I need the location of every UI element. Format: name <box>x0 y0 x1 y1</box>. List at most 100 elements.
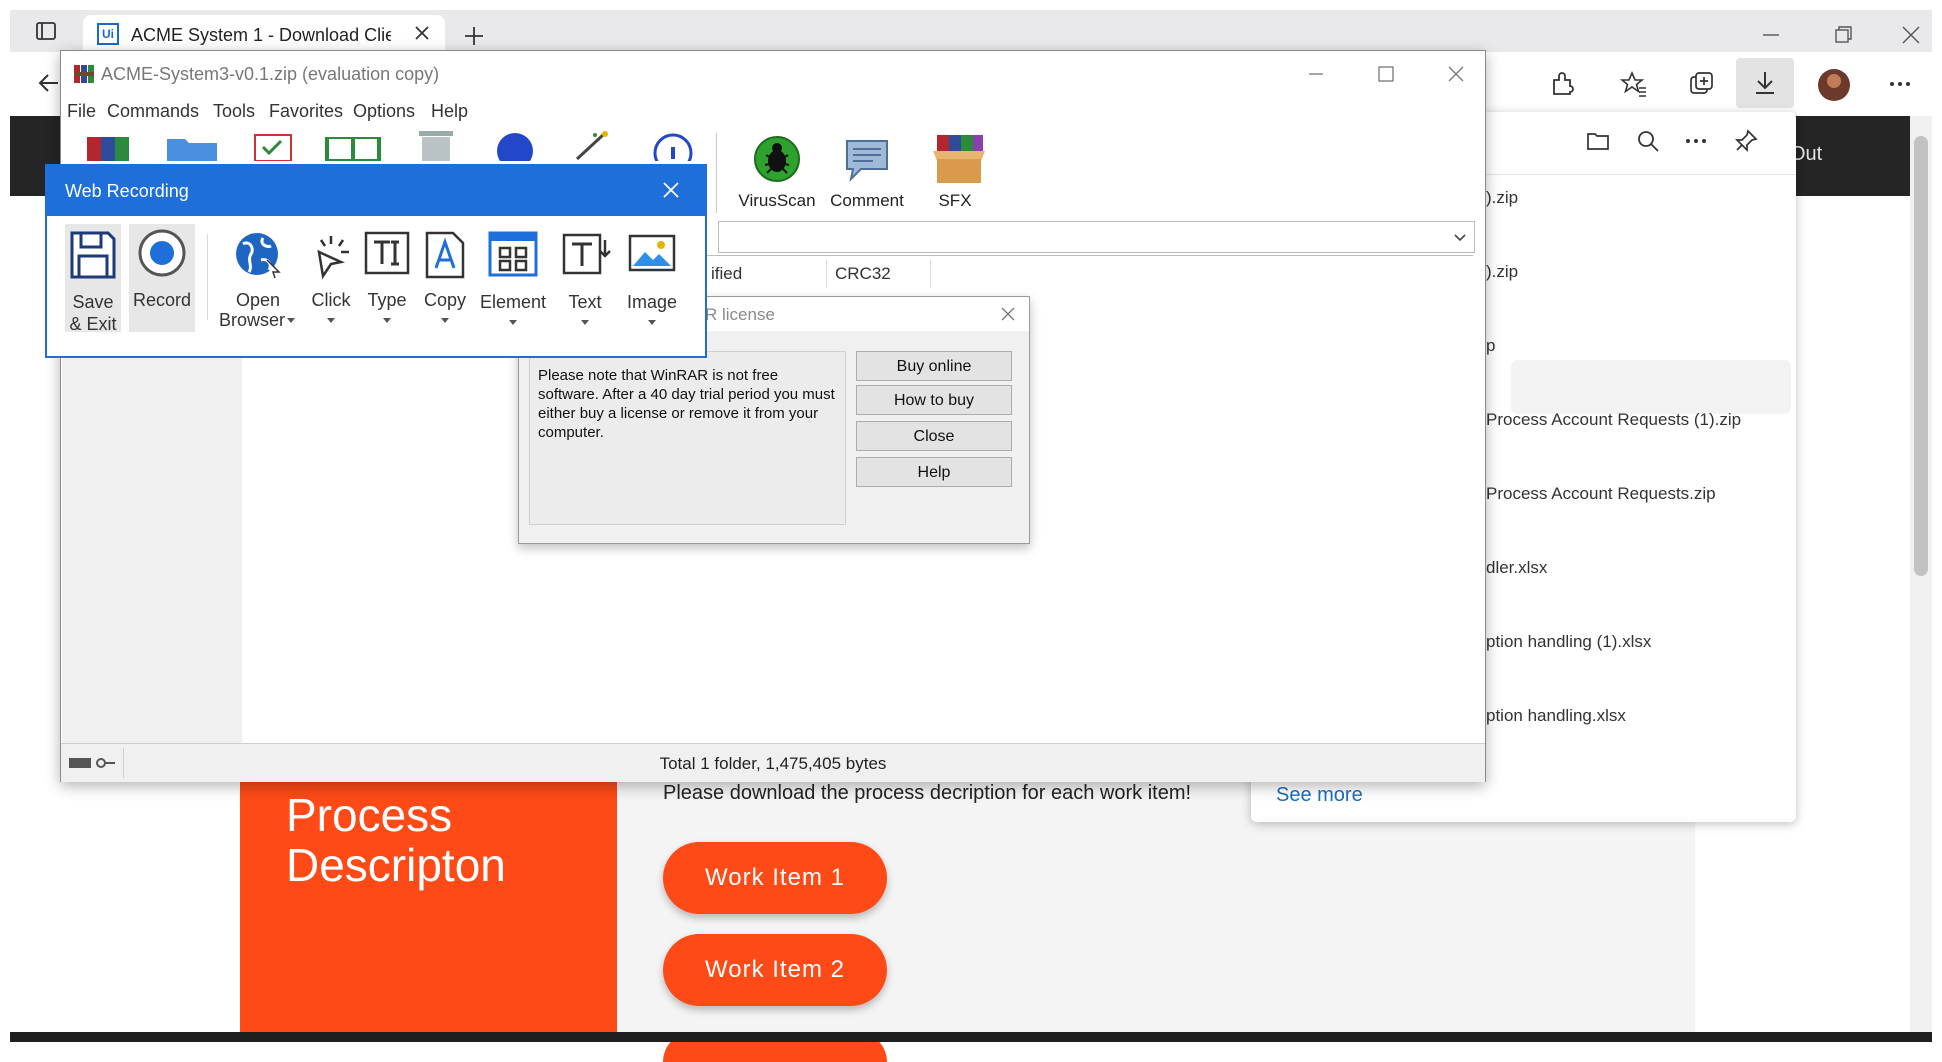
comment-label: Comment <box>830 191 904 210</box>
menu-favorites[interactable]: Favorites <box>269 101 343 122</box>
view-book-icon[interactable] <box>323 131 383 161</box>
favorites-icon[interactable] <box>1620 70 1648 98</box>
info-icon[interactable] <box>651 131 695 161</box>
download-icon <box>1756 72 1774 94</box>
record-label: Record <box>132 290 192 310</box>
download-item[interactable]: ption handling (1).xlsx <box>1486 632 1651 652</box>
uipath-favicon-icon: Ui <box>97 23 119 45</box>
work-item-button[interactable]: Work Item 1 <box>663 842 887 914</box>
minimize-icon[interactable] <box>1305 63 1327 85</box>
sfx-button[interactable]: SFX <box>913 129 997 217</box>
menu-options[interactable]: Options <box>353 101 415 122</box>
chevron-down-icon <box>581 320 589 325</box>
chevron-down-icon <box>509 320 517 325</box>
image-button[interactable]: Image <box>617 224 687 332</box>
restore-icon[interactable] <box>1832 24 1854 46</box>
close-icon[interactable] <box>1445 63 1467 85</box>
download-item[interactable]: Process Account Requests.zip <box>1486 484 1716 504</box>
page-scrollbar[interactable] <box>1910 116 1932 1032</box>
minimize-icon[interactable] <box>1760 24 1782 46</box>
record-button[interactable]: Record <box>129 224 195 332</box>
test-icon[interactable] <box>251 131 295 161</box>
toolbar-divider <box>716 133 717 213</box>
click-label: Click <box>311 290 351 310</box>
how-to-buy-button[interactable]: How to buy <box>856 385 1012 415</box>
status-text: Total 1 folder, 1,475,405 bytes <box>659 754 887 773</box>
chevron-down-icon <box>287 318 295 323</box>
menu-help[interactable]: Help <box>431 101 468 122</box>
save-exit-button[interactable]: Save & Exit <box>65 224 121 334</box>
image-label: Image <box>626 292 678 312</box>
profile-avatar[interactable] <box>1818 69 1850 101</box>
section-title: Process Descripton <box>286 789 506 891</box>
menu-commands[interactable]: Commands <box>107 101 199 122</box>
menu-tools[interactable]: Tools <box>213 101 255 122</box>
wizard-wand-icon[interactable] <box>571 129 615 161</box>
license-message-box: Please note that WinRAR is not free soft… <box>529 351 846 525</box>
back-arrow-icon[interactable] <box>36 70 62 96</box>
click-button[interactable]: Click <box>303 224 359 332</box>
extract-folder-icon[interactable] <box>165 131 219 161</box>
text-extract-icon <box>562 233 611 275</box>
maximize-icon[interactable] <box>1375 63 1397 85</box>
virusscan-button[interactable]: VirusScan <box>735 129 819 217</box>
close-icon[interactable] <box>413 24 431 42</box>
text-button[interactable]: Text <box>557 224 613 332</box>
window-title: ACME-System3-v0.1.zip (evaluation copy) <box>101 64 440 84</box>
find-globe-icon[interactable] <box>493 131 537 161</box>
element-label: Element <box>479 292 547 312</box>
download-item[interactable]: dler.xlsx <box>1486 558 1547 578</box>
help-button[interactable]: Help <box>856 457 1012 487</box>
download-item[interactable]: p <box>1486 336 1495 356</box>
image-picture-icon <box>628 234 676 272</box>
download-item[interactable]: ).zip <box>1486 262 1518 282</box>
scrollbar-thumb[interactable] <box>1914 136 1928 576</box>
new-tab-icon[interactable] <box>463 25 485 47</box>
type-label: Type <box>367 290 407 310</box>
close-icon[interactable] <box>999 305 1017 323</box>
add-archive-icon[interactable] <box>85 131 133 161</box>
copy-label: Copy <box>423 290 467 310</box>
collections-icon[interactable] <box>1688 70 1716 98</box>
copy-document-icon <box>425 231 465 279</box>
more-options-icon[interactable] <box>1683 128 1709 154</box>
open-browser-label-1: Open <box>235 290 281 310</box>
type-button[interactable]: Type <box>359 224 415 332</box>
download-item[interactable]: ption handling.xlsx <box>1486 706 1626 726</box>
close-icon[interactable] <box>661 180 681 200</box>
more-options-icon[interactable] <box>1886 70 1914 98</box>
open-browser-button[interactable]: Open Browser <box>217 224 299 332</box>
record-icon <box>138 229 186 277</box>
comment-button[interactable]: Comment <box>825 129 909 217</box>
element-button[interactable]: Element <box>475 224 551 332</box>
downloads-button[interactable] <box>1736 58 1794 108</box>
extension-icon[interactable] <box>1548 70 1576 98</box>
close-window-icon[interactable] <box>1900 24 1922 46</box>
buy-online-button[interactable]: Buy online <box>856 351 1012 381</box>
open-folder-icon[interactable] <box>1585 128 1611 154</box>
chevron-down-icon <box>327 318 335 323</box>
winrar-titlebar[interactable]: ACME-System3-v0.1.zip (evaluation copy) <box>61 51 1485 97</box>
save-floppy-icon <box>70 231 116 279</box>
divider <box>207 234 208 320</box>
click-cursor-icon <box>317 236 349 280</box>
virusscan-bug-icon <box>754 136 800 182</box>
tab-actions-icon[interactable] <box>34 19 58 43</box>
menu-file[interactable]: File <box>67 101 96 122</box>
browser-tab-active[interactable]: Ui ACME System 1 - Download Clie <box>83 15 445 52</box>
archive-path-dropdown[interactable] <box>718 221 1475 253</box>
close-button[interactable]: Close <box>856 421 1012 451</box>
work-item-button[interactable]: Work Item 2 <box>663 934 887 1006</box>
column-header-crc32[interactable]: CRC32 <box>827 260 931 288</box>
see-more-link[interactable]: See more <box>1276 784 1363 807</box>
download-item[interactable]: Process Account Requests (1).zip <box>1486 410 1741 430</box>
chevron-down-icon <box>383 318 391 323</box>
column-header-modified[interactable]: ified <box>703 260 827 288</box>
dialog-title: R license <box>705 305 775 324</box>
delete-trash-icon[interactable] <box>413 129 459 161</box>
copy-button[interactable]: Copy <box>415 224 475 332</box>
download-item[interactable]: ).zip <box>1486 188 1518 208</box>
pin-icon[interactable] <box>1733 128 1759 154</box>
web-recording-titlebar[interactable]: Web Recording <box>47 166 705 216</box>
search-icon[interactable] <box>1635 128 1661 154</box>
